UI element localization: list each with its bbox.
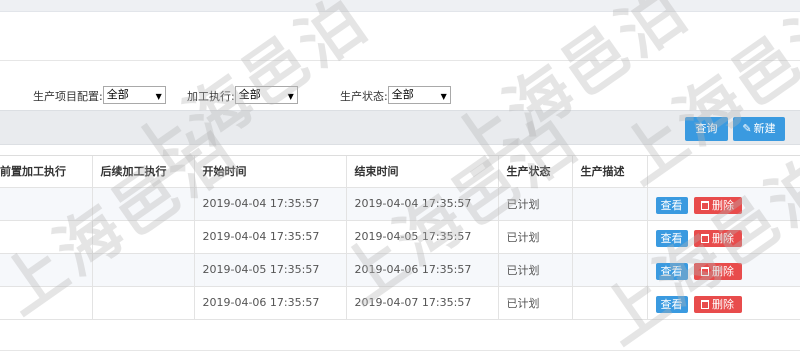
cell-desc [572,253,648,287]
cell-start-time: 2019-04-04 17:35:57 [194,187,347,221]
trash-icon [701,233,709,243]
cell-end-time: 2019-04-06 17:35:57 [346,253,499,287]
view-button[interactable]: 查看 [655,229,688,247]
cell-status: 已计划 [498,286,573,320]
cell-next-exec [92,286,195,320]
delete-button[interactable]: 删除 [693,196,742,214]
action-toolbar: 查询 ✎ 新建 [0,110,800,145]
status-select-value: 全部 [391,88,414,101]
chevron-down-icon: ▼ [155,92,162,101]
table-row: 2019-04-04 17:35:57 2019-04-05 17:35:57 … [0,220,800,254]
cell-actions: 查看 删除 [647,187,800,221]
new-button-label: 新建 [753,122,776,135]
process-exec-select-value: 全部 [238,88,261,101]
cell-status: 已计划 [498,220,573,254]
table-row: 2019-04-04 17:35:57 2019-04-04 17:35:57 … [0,187,800,221]
process-exec-select[interactable]: 全部 ▼ [234,86,298,104]
cell-actions: 查看 删除 [647,253,800,287]
cell-start-time: 2019-04-04 17:35:57 [194,220,347,254]
filter-process-exec-label: 加工执行: [187,90,235,103]
trash-icon [701,299,709,309]
column-header-prev-exec[interactable]: 前置加工执行 [0,156,93,188]
table-header-row: 前置加工执行 后续加工执行 开始时间 结束时间 生产状态 生产描述 [0,156,800,188]
new-button[interactable]: ✎ 新建 [733,117,785,141]
filter-project-config-label: 生产项目配置: [33,90,103,103]
delete-button[interactable]: 删除 [693,229,742,247]
cell-desc [572,286,648,320]
column-header-start-time[interactable]: 开始时间 [194,156,347,188]
cell-prev-exec [0,220,93,254]
filter-status: 生产状态: 全部 ▼ [340,86,451,104]
trash-icon [701,266,709,276]
delete-button-label: 删除 [712,231,734,245]
filter-project-config: 生产项目配置: 全部 ▼ [33,86,166,104]
cell-status: 已计划 [498,187,573,221]
column-header-desc[interactable]: 生产描述 [572,156,648,188]
trash-icon [701,200,709,210]
cell-status: 已计划 [498,253,573,287]
cell-actions: 查看 删除 [647,220,800,254]
cell-next-exec [92,253,195,287]
column-header-actions [647,156,800,188]
delete-button-label: 删除 [712,297,734,311]
cell-actions: 查看 删除 [647,286,800,320]
filter-status-label: 生产状态: [340,90,388,103]
delete-button[interactable]: 删除 [693,262,742,280]
bottom-border [0,350,800,355]
column-header-status[interactable]: 生产状态 [498,156,573,188]
column-header-next-exec[interactable]: 后续加工执行 [92,156,195,188]
cell-prev-exec [0,187,93,221]
cell-desc [572,220,648,254]
cell-prev-exec [0,286,93,320]
cell-end-time: 2019-04-07 17:35:57 [346,286,499,320]
pencil-icon: ✎ [742,122,752,135]
cell-next-exec [92,220,195,254]
project-config-select-value: 全部 [106,88,129,101]
cell-end-time: 2019-04-04 17:35:57 [346,187,499,221]
cell-desc [572,187,648,221]
production-table: 前置加工执行 后续加工执行 开始时间 结束时间 生产状态 生产描述 2019-0… [0,155,800,320]
table-row: 2019-04-05 17:35:57 2019-04-06 17:35:57 … [0,253,800,287]
delete-button[interactable]: 删除 [693,295,742,313]
status-select[interactable]: 全部 ▼ [387,86,451,104]
table-row: 2019-04-06 17:35:57 2019-04-07 17:35:57 … [0,286,800,320]
cell-start-time: 2019-04-06 17:35:57 [194,286,347,320]
view-button[interactable]: 查看 [655,295,688,313]
delete-button-label: 删除 [712,198,734,212]
cell-end-time: 2019-04-05 17:35:57 [346,220,499,254]
view-button[interactable]: 查看 [655,262,688,280]
chevron-down-icon: ▼ [440,92,447,101]
cell-prev-exec [0,253,93,287]
cell-start-time: 2019-04-05 17:35:57 [194,253,347,287]
filter-process-exec: 加工执行: 全部 ▼ [187,86,298,104]
cell-next-exec [92,187,195,221]
delete-button-label: 删除 [712,264,734,278]
view-button[interactable]: 查看 [655,196,688,214]
top-header-strip [0,0,800,12]
column-header-end-time[interactable]: 结束时间 [346,156,499,188]
filter-bar: 生产项目配置: 全部 ▼ 加工执行: 全部 ▼ 生产状态: 全部 ▼ [0,60,800,110]
query-button[interactable]: 查询 [685,117,728,141]
project-config-select[interactable]: 全部 ▼ [102,86,166,104]
chevron-down-icon: ▼ [287,92,294,101]
